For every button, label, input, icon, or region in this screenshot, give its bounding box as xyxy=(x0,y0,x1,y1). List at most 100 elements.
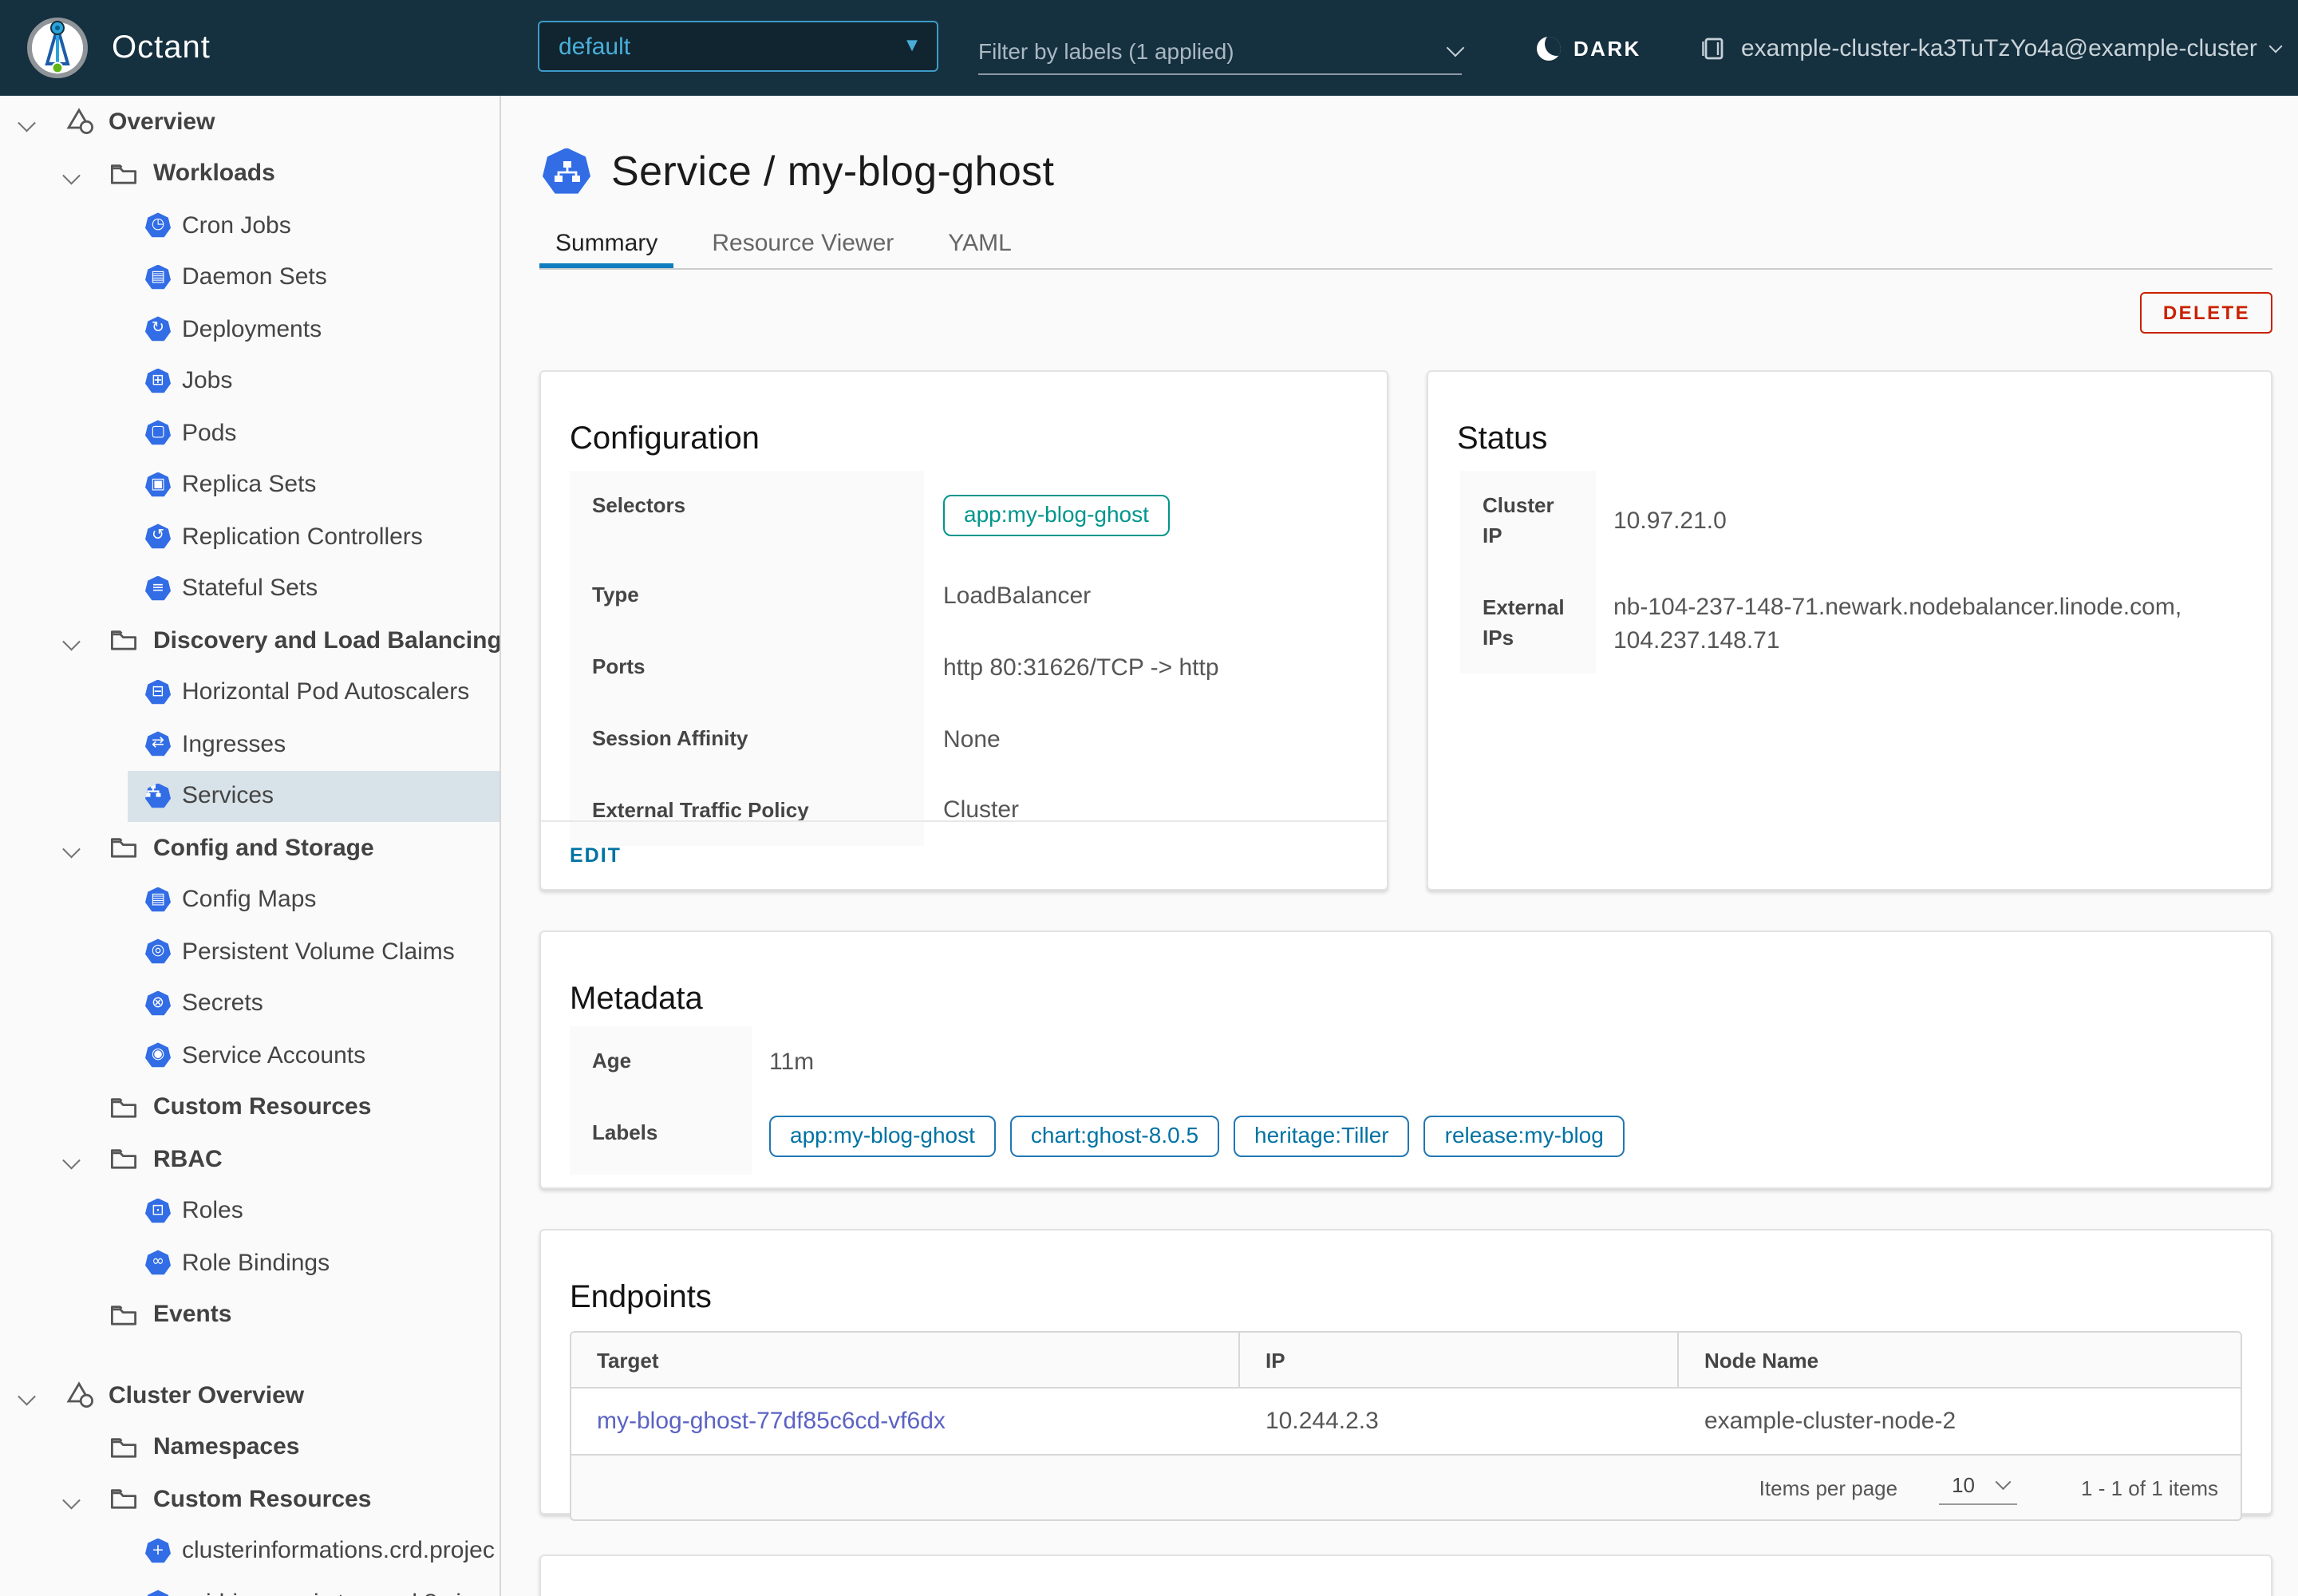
sidebar-item-label: Jobs xyxy=(182,367,233,395)
label-tag[interactable]: heritage:Tiller xyxy=(1234,1115,1410,1157)
sidebar-item-events[interactable]: Events xyxy=(0,1289,499,1341)
tab-summary[interactable]: Summary xyxy=(539,223,673,268)
sidebar-item-label: Services xyxy=(182,782,274,810)
label-filter[interactable]: Filter by labels (1 applied) xyxy=(978,29,1465,75)
sidebar-item-custom-resources[interactable]: Custom Resources xyxy=(0,1473,499,1525)
column-header-target: Target xyxy=(571,1333,1240,1387)
selector-tag[interactable]: app:my-blog-ghost xyxy=(943,495,1170,536)
sidebar-item-config-maps[interactable]: ▤ Config Maps xyxy=(0,874,499,926)
sidebar-item-label: Overview xyxy=(109,108,215,136)
edit-link[interactable]: EDIT xyxy=(570,844,622,867)
sidebar-item-label: Custom Resources xyxy=(153,1485,372,1513)
session-affinity-label: Session Affinity xyxy=(570,703,924,776)
sidebar-item-discovery-and-load-balancing[interactable]: Discovery and Load Balancing xyxy=(0,614,499,666)
sidebar-item-daemon-sets[interactable]: ▤ Daemon Sets xyxy=(0,251,499,303)
endpoints-title: Endpoints xyxy=(570,1279,712,1315)
sidebar-nav: Overview Workloads ◷ Cron Jobs ▤ Daemon Sets ↻… xyxy=(0,96,501,1596)
label-tag[interactable]: app:my-blog-ghost xyxy=(769,1115,996,1157)
metadata-title: Metadata xyxy=(570,981,703,1017)
sidebar-item-label: Horizontal Pod Autoscalers xyxy=(182,678,470,706)
sidebar-item-csidrivers-csi-storage-k8s-io[interactable]: +csidrivers.csi.storage.k8s.io xyxy=(0,1577,499,1596)
sidebar-item-deployments[interactable]: ↻ Deployments xyxy=(0,303,499,355)
sidebar-item-label: clusterinformations.crd.projec xyxy=(182,1537,495,1565)
sidebar-item-label: Custom Resources xyxy=(153,1093,372,1121)
moon-icon xyxy=(1537,36,1561,60)
chevron-down-icon xyxy=(1446,38,1465,57)
sidebar-item-roles[interactable]: ⊡ Roles xyxy=(0,1185,499,1237)
sidebar-item-pods[interactable]: ▢ Pods xyxy=(0,407,499,459)
sidebar-item-label: Config and Storage xyxy=(153,834,374,862)
events-card: Events xyxy=(539,1555,2272,1596)
chevron-down-icon xyxy=(2269,39,2284,53)
status-table: Cluster IP 10.97.21.0 External IPs nb-104-2… xyxy=(1460,471,2239,674)
page-size-select[interactable]: 10 xyxy=(1939,1470,2018,1505)
sidebar-item-label: Discovery and Load Balancing xyxy=(153,626,499,654)
status-title: Status xyxy=(1457,421,1548,456)
sidebar-item-label: Persistent Volume Claims xyxy=(182,938,455,966)
sidebar-item-jobs[interactable]: ⊞ Jobs xyxy=(0,355,499,407)
sidebar-item-label: Namespaces xyxy=(153,1433,300,1461)
tab-bar: Summary Resource Viewer YAML xyxy=(539,223,2272,270)
theme-toggle[interactable]: DARK xyxy=(1537,0,1641,96)
endpoints-pagination: Items per page 10 1 - 1 of 1 items xyxy=(571,1454,2241,1519)
tab-resource-viewer[interactable]: Resource Viewer xyxy=(696,223,910,268)
sidebar-item-clusterinformations-crd-projec[interactable]: + clusterinformations.crd.projec xyxy=(0,1525,499,1577)
configuration-title: Configuration xyxy=(570,421,760,456)
sidebar-item-role-bindings[interactable]: ∞ Role Bindings xyxy=(0,1237,499,1289)
sidebar-item-horizontal-pod-autoscalers[interactable]: ⊟ Horizontal Pod Autoscalers xyxy=(0,666,499,718)
sidebar-item-label: Cron Jobs xyxy=(182,211,291,239)
sidebar-item-label: Replication Controllers xyxy=(182,523,423,551)
sidebar-item-custom-resources[interactable]: Custom Resources xyxy=(0,1081,499,1133)
selectors-value: app:my-blog-ghost xyxy=(924,471,1358,560)
age-value: 11m xyxy=(769,1048,815,1076)
endpoint-ip: 10.244.2.3 xyxy=(1265,1408,1379,1435)
label-tag[interactable]: chart:ghost-8.0.5 xyxy=(1009,1115,1220,1157)
sidebar-item-label: Secrets xyxy=(182,990,263,1017)
external-ips-value: nb-104-237-148-71.newark.nodebalancer.li… xyxy=(1613,593,2182,654)
column-header-node-name: Node Name xyxy=(1704,1348,1819,1372)
labels-label: Labels xyxy=(570,1097,752,1175)
tab-yaml[interactable]: YAML xyxy=(932,223,1027,268)
endpoint-node-name: example-cluster-node-2 xyxy=(1704,1408,1956,1435)
sidebar-item-replication-controllers[interactable]: ↺ Replication Controllers xyxy=(0,511,499,563)
app-logo[interactable]: Octant xyxy=(26,0,211,96)
context-selector[interactable]: example-cluster-ka3TuTzYo4a@example-clus… xyxy=(1701,0,2284,96)
sidebar-item-label: Service Accounts xyxy=(182,1041,366,1069)
sidebar-item-label: Workloads xyxy=(153,160,275,188)
sidebar-item-stateful-sets[interactable]: ≡ Stateful Sets xyxy=(0,563,499,614)
sidebar-item-persistent-volume-claims[interactable]: ◎ Persistent Volume Claims xyxy=(0,926,499,978)
sidebar-item-workloads[interactable]: Workloads xyxy=(0,148,499,200)
sidebar-item-label: Role Bindings xyxy=(182,1249,330,1277)
ports-label: Ports xyxy=(570,631,924,704)
sidebar-item-service-accounts[interactable]: ◉ Service Accounts xyxy=(0,1029,499,1081)
sidebar-item-overview[interactable]: Overview xyxy=(0,96,499,148)
selectors-label: Selectors xyxy=(570,471,924,560)
table-row: my-blog-ghost-77df85c6cd-vf6dx 10.244.2.3… xyxy=(571,1389,2241,1454)
metadata-table: Age 11m Labels app:my-blog-ghost chart:gh… xyxy=(570,1026,2242,1175)
caret-down-icon: ▼ xyxy=(906,38,918,54)
sidebar-item-ingresses[interactable]: ⇄ Ingresses xyxy=(0,718,499,770)
sidebar-item-rbac[interactable]: RBAC xyxy=(0,1133,499,1185)
sidebar-item-label: csidrivers.csi.storage.k8s.io xyxy=(0,1590,475,1596)
namespace-dropdown[interactable]: default ▼ xyxy=(538,21,938,72)
sidebar-item-config-and-storage[interactable]: Config and Storage xyxy=(0,822,499,874)
configuration-table: Selectors app:my-blog-ghost Type LoadBalanc… xyxy=(570,471,1358,847)
sidebar-item-label: Cluster Overview xyxy=(109,1381,305,1409)
sidebar-item-secrets[interactable]: ⊗ Secrets xyxy=(0,978,499,1029)
sidebar-item-label: Stateful Sets xyxy=(182,575,318,602)
page-title: Service / my-blog-ghost xyxy=(611,147,1055,195)
label-tag[interactable]: release:my-blog xyxy=(1423,1115,1625,1157)
configuration-card: Configuration Selectors app:my-blog-ghost… xyxy=(539,370,1388,891)
items-per-page-label: Items per page xyxy=(1759,1476,1898,1499)
sidebar-item-cron-jobs[interactable]: ◷ Cron Jobs xyxy=(0,200,499,251)
sidebar-item-namespaces[interactable]: Namespaces xyxy=(0,1421,499,1473)
sidebar-item-replica-sets[interactable]: ▣ Replica Sets xyxy=(0,459,499,511)
endpoint-target-link[interactable]: my-blog-ghost-77df85c6cd-vf6dx xyxy=(597,1408,946,1435)
sidebar-item-label: Pods xyxy=(182,419,237,447)
sidebar-item-cluster-overview[interactable]: Cluster Overview xyxy=(0,1369,499,1421)
delete-button[interactable]: DELETE xyxy=(2140,292,2272,334)
window-icon xyxy=(1701,36,1727,60)
sidebar-item-label: Daemon Sets xyxy=(182,263,327,291)
context-label: example-cluster-ka3TuTzYo4a@example-clus… xyxy=(1741,34,2257,61)
sidebar-item-services[interactable]: Services xyxy=(0,770,499,822)
